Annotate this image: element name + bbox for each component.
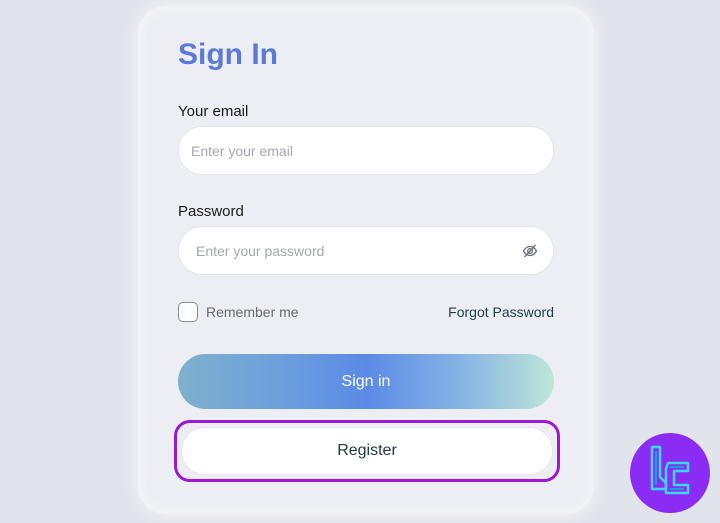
- email-field[interactable]: [179, 127, 553, 174]
- sign-in-card: Sign In Your email Password Remember me …: [138, 6, 594, 514]
- email-field-wrapper: [178, 126, 554, 175]
- checkbox-box[interactable]: [178, 302, 198, 322]
- remember-me-checkbox[interactable]: Remember me: [178, 302, 299, 322]
- page-title: Sign In: [178, 38, 278, 71]
- register-highlight: Register: [174, 420, 560, 482]
- register-button[interactable]: Register: [181, 427, 553, 475]
- password-label: Password: [178, 203, 244, 220]
- eye-off-icon[interactable]: [522, 243, 538, 259]
- email-label: Your email: [178, 103, 249, 120]
- sign-in-button[interactable]: Sign in: [178, 354, 554, 409]
- password-field[interactable]: [179, 227, 553, 274]
- forgot-password-link[interactable]: Forgot Password: [448, 304, 554, 320]
- page: Sign In Your email Password Remember me …: [0, 0, 720, 523]
- remember-me-label: Remember me: [206, 304, 299, 320]
- brand-logo-icon: [630, 433, 710, 513]
- password-field-wrapper: [178, 226, 554, 275]
